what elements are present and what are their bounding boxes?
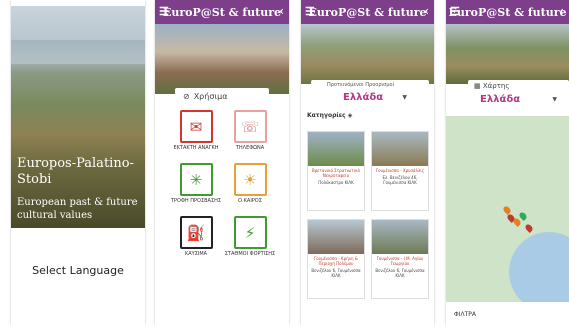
emergency-icon: ✉: [179, 110, 213, 143]
hero-subtitle: European past & future cultural values: [17, 197, 138, 221]
card-title: Γουμένισσα - Χρυσάλλις: [375, 168, 425, 173]
categories-label: Κατηγορίες: [307, 112, 346, 119]
map-hint-label: Χάρτης: [482, 82, 510, 90]
tile-label: ΣΤΑΘΜΟΙ ΦΟΡΤΙΣΗΣ: [224, 251, 276, 257]
sea-area: [509, 232, 569, 302]
tile-emergency[interactable]: ✉ ΕΚΤΑΚΤΗ ΑΝΑΓΚΗ: [169, 110, 223, 159]
hero-title: Europos-Palatino-Stobi: [17, 156, 134, 187]
header-photo: [301, 24, 434, 84]
card-desc: Πολύκαστρο ΚΙΛΚ: [318, 180, 354, 185]
useful-grid: ✉ ΕΚΤΑΚΤΗ ΑΝΑΓΚΗ ☏ ΤΗΛΕΦΩΝΑ ✳ ΤΡΟΦΗ ΠΡΟΣ…: [169, 110, 277, 265]
card-desc: Βενιζέλου 6, Γουμένισσα ΚΙΛΚ: [311, 268, 361, 278]
tile-label: Ο ΚΑΙΡΟΣ: [238, 198, 262, 204]
menu-icon[interactable]: ☰: [305, 5, 315, 18]
card-desc: Ελ. Βενιζέλου 46, Γουμένισσα ΚΙΛΚ: [382, 175, 418, 185]
top-bar: ☰ EuroP@St & future ‹: [446, 0, 569, 24]
back-icon[interactable]: ‹: [559, 4, 564, 18]
phone-icon: ☏: [233, 110, 267, 143]
back-icon[interactable]: ‹: [279, 4, 284, 18]
destination-card[interactable]: Γουμένισσα - I.M. Αγίου Γεωργίου Βενιζέλ…: [371, 219, 429, 299]
tile-label: ΤΗΛΕΦΩΝΑ: [235, 145, 265, 151]
header-photo: [446, 24, 569, 84]
virus-icon: ✳: [179, 163, 213, 196]
destination-card[interactable]: Γουμένισσα - Χρυσάλλις Ελ. Βενιζέλου 46,…: [371, 131, 429, 211]
map-icon: ▦: [474, 82, 483, 90]
tile-fuel[interactable]: ⛽ ΚΑΥΣΙΜΑ: [169, 216, 223, 265]
selected-country: Ελλάδα: [480, 94, 521, 105]
tile-label: ΚΑΥΣΙΜΑ: [184, 251, 208, 257]
destinations-hint: Προτεινόμενοι Προορισμοί: [327, 82, 395, 88]
map-view[interactable]: [446, 116, 569, 302]
card-title: Γουμένισσα - Κρήνη & Περιοχή Πολέμου: [314, 256, 358, 266]
app-title: EuroP@St & future: [162, 5, 281, 19]
tile-virus[interactable]: ✳ ΤΡΟΦΗ ΠΡΟΣΒΑΣΗΣ: [169, 163, 223, 212]
selected-country: Ελλάδα: [343, 92, 384, 103]
app-title: EuroP@St & future: [308, 5, 427, 19]
back-icon[interactable]: ‹: [424, 4, 429, 18]
useful-header: ⊘ Χρήσιμα: [175, 88, 269, 104]
splash-screen: Europos-Palatino-Stobi European past & f…: [11, 0, 145, 325]
country-select[interactable]: Προτεινόμενοι Προορισμοί Ελλάδα ▼: [311, 80, 429, 106]
menu-icon[interactable]: ☰: [450, 5, 460, 18]
compass-icon: ⊘: [183, 91, 190, 101]
destination-card[interactable]: Γουμένισσα - Κρήνη & Περιοχή Πολέμου Βεν…: [307, 219, 365, 299]
map-hint: ▦ Χάρτης: [474, 82, 509, 90]
destination-card[interactable]: Βρετανικό Στρατιωτικό Νεκροταφείο Πολύκα…: [307, 131, 365, 211]
card-image: [372, 220, 428, 254]
menu-icon[interactable]: ☰: [159, 5, 169, 18]
card-image: [308, 132, 364, 166]
card-title: Βρετανικό Στρατιωτικό Νεκροταφείο: [312, 168, 360, 178]
tile-phones[interactable]: ☏ ΤΗΛΕΦΩΝΑ: [223, 110, 277, 159]
destinations-screen: ☰ EuroP@St & future ‹ Προτεινόμενοι Προο…: [301, 0, 434, 325]
map-screen: ☰ EuroP@St & future ‹ ▦ Χάρτης Ελλάδα ▼ …: [446, 0, 569, 325]
fuel-icon: ⛽: [179, 216, 213, 249]
map-pin-icon[interactable]: [524, 223, 534, 233]
header-photo: [155, 24, 289, 94]
card-image: [308, 220, 364, 254]
charging-icon: ⚡: [233, 216, 267, 249]
select-language-button[interactable]: Select Language: [11, 264, 145, 277]
chevron-down-icon: ▼: [402, 94, 407, 101]
filter-icon: ◈: [347, 112, 353, 119]
tile-label: ΤΡΟΦΗ ΠΡΟΣΒΑΣΗΣ: [170, 198, 222, 204]
tile-charging[interactable]: ⚡ ΣΤΑΘΜΟΙ ΦΟΡΤΙΣΗΣ: [223, 216, 277, 265]
destination-list: Βρετανικό Στρατιωτικό Νεκροταφείο Πολύκα…: [307, 131, 429, 299]
tile-weather[interactable]: ☀ Ο ΚΑΙΡΟΣ: [223, 163, 277, 212]
top-bar: ☰ EuroP@St & future ‹: [301, 0, 434, 24]
country-select[interactable]: ▦ Χάρτης Ελλάδα ▼: [468, 80, 569, 108]
hero-image: Europos-Palatino-Stobi European past & f…: [11, 6, 145, 228]
filters-button[interactable]: ΦΙΛΤΡΑ: [454, 311, 476, 318]
card-desc: Βενιζέλου 6, Γουμένισσα ΚΙΛΚ: [375, 268, 425, 278]
tile-label: ΕΚΤΑΚΤΗ ΑΝΑΓΚΗ: [173, 145, 219, 151]
categories-toggle[interactable]: Κατηγορίες ◈: [307, 112, 352, 119]
card-image: [372, 132, 428, 166]
useful-label: Χρήσιμα: [193, 91, 228, 101]
weather-icon: ☀: [233, 163, 267, 196]
useful-screen: ☰ EuroP@St & future ‹ ⊘ Χρήσιμα ✉ ΕΚΤΑΚΤ…: [155, 0, 289, 325]
chevron-down-icon: ▼: [552, 96, 557, 103]
app-title: EuroP@St & future: [448, 5, 567, 19]
card-title: Γουμένισσα - I.M. Αγίου Γεωργίου: [376, 256, 424, 266]
lake-area: [11, 40, 145, 64]
top-bar: ☰ EuroP@St & future ‹: [155, 0, 289, 24]
